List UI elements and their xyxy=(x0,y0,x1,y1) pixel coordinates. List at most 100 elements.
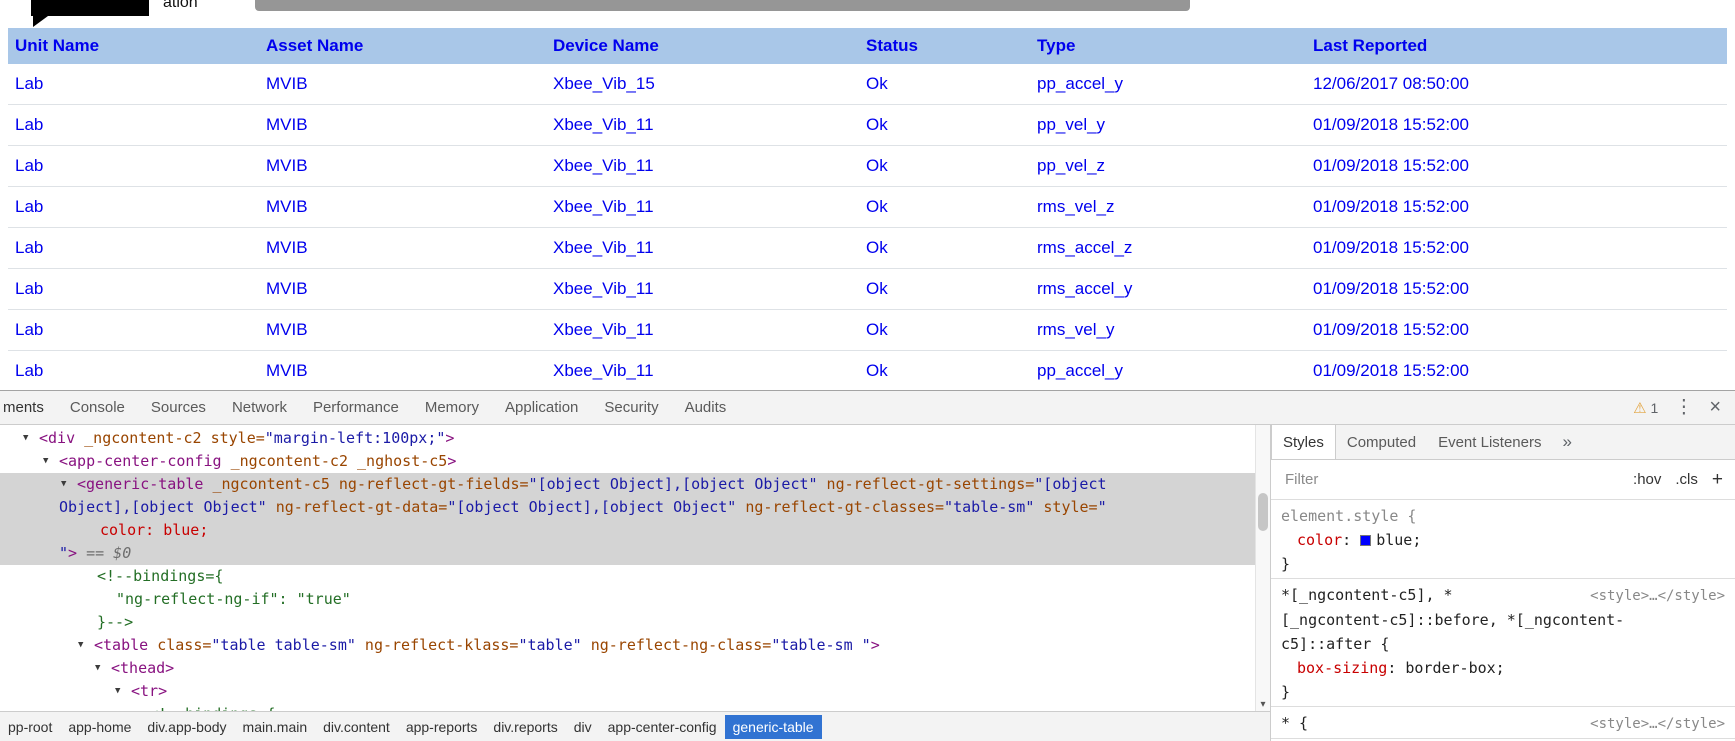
breadcrumb-item[interactable]: app-center-config xyxy=(600,715,725,739)
devtools-tabbar-tabs: ments Console Sources Network Performance Mem… xyxy=(0,391,739,424)
table-cell: Lab xyxy=(8,104,259,146)
devtools-tab-ments[interactable]: ments xyxy=(0,391,57,424)
column-header[interactable]: Status xyxy=(859,28,1030,64)
dom-tree-line[interactable]: ▼ <app-center-config _ngcontent-c2 _nghos… xyxy=(0,450,1255,473)
rule-selector[interactable]: * { xyxy=(1281,711,1308,735)
scrollbar-thumb[interactable] xyxy=(1258,493,1268,531)
devtools-panel: ments Console Sources Network Performance Mem… xyxy=(0,390,1735,741)
expand-arrow-icon[interactable]: ▼ xyxy=(95,657,100,680)
sidebar-tab-styles[interactable]: Styles xyxy=(1271,425,1336,459)
dom-tree-line[interactable]: }--> xyxy=(0,611,1255,634)
column-header[interactable]: Device Name xyxy=(546,28,859,64)
devtools-tab-security[interactable]: Security xyxy=(591,391,671,424)
dom-tree-line[interactable]: ▼ <div _ngcontent-c2 style="margin-left:1… xyxy=(0,427,1255,450)
expand-arrow-icon[interactable]: ▼ xyxy=(23,427,28,450)
table-cell: Xbee_Vib_11 xyxy=(546,104,859,146)
devtools-tab-sources[interactable]: Sources xyxy=(138,391,219,424)
code-segment: "[object Object],[object Object" xyxy=(447,498,737,516)
elements-pane: ▼ <div _ngcontent-c2 style="margin-left:1… xyxy=(0,425,1270,741)
column-header[interactable]: Type xyxy=(1030,28,1306,64)
dom-tree-line[interactable]: ▼ <thead> xyxy=(0,657,1255,680)
table-cell: Xbee_Vib_11 xyxy=(546,227,859,269)
breadcrumb-item[interactable]: app-reports xyxy=(398,715,486,739)
breadcrumb-item[interactable]: app-home xyxy=(60,715,139,739)
table-row[interactable]: Lab MVIB Xbee_Vib_15 Ok pp_accel_y 12/06/2017… xyxy=(8,64,1727,105)
rule-selector[interactable]: element.style { xyxy=(1281,504,1416,528)
devtools-tab-performance[interactable]: Performance xyxy=(300,391,412,424)
styles-filter-input[interactable] xyxy=(1283,470,1620,489)
page-title-partial: ation xyxy=(163,0,198,11)
breadcrumb-item[interactable]: pp-root xyxy=(0,715,60,739)
page-content-area: ation Unit Name Asset Name Device Name Stat… xyxy=(0,0,1735,390)
styles-sidebar: StylesComputedEvent Listeners » :hov .cl… xyxy=(1270,425,1735,741)
breadcrumb-item[interactable]: div.reports xyxy=(485,715,565,739)
rule-selector-line: element.style { xyxy=(1281,504,1725,528)
property-name: box-sizing xyxy=(1297,659,1388,677)
dom-tree-line[interactable]: "ng-reflect-ng-if": "true" xyxy=(0,588,1255,611)
dom-tree-line[interactable]: ▼ <table class="table table-sm" ng-reflec… xyxy=(0,634,1255,657)
scrollbar-down-icon[interactable]: ▾ xyxy=(1256,699,1270,710)
devtools-tab-console[interactable]: Console xyxy=(57,391,138,424)
breadcrumb-item[interactable]: div.content xyxy=(315,715,398,739)
dom-tree-line[interactable]: ▼ <generic-table _ngcontent-c5 ng-reflect… xyxy=(0,473,1255,496)
table-row[interactable]: Lab MVIB Xbee_Vib_11 Ok rms_vel_z 01/09/2018 … xyxy=(8,186,1727,228)
sidebar-tab-event-listeners[interactable]: Event Listeners xyxy=(1427,425,1552,459)
devtools-main: ▼ <div _ngcontent-c2 style="margin-left:1… xyxy=(0,425,1735,741)
stylesheet-link[interactable]: <style>…</style> xyxy=(1590,712,1725,736)
table-cell: Xbee_Vib_11 xyxy=(546,350,859,390)
expand-arrow-icon[interactable]: ▼ xyxy=(78,634,83,657)
breadcrumb-item[interactable]: main.main xyxy=(235,715,316,739)
dom-tree-line[interactable]: <!--bindings={ xyxy=(0,565,1255,588)
dom-tree-line[interactable]: color: blue; xyxy=(0,519,1255,542)
dom-tree-line[interactable]: <!--bindings={ xyxy=(0,703,1255,711)
dom-tree-line[interactable]: Object],[object Object" ng-reflect-gt-da… xyxy=(0,496,1255,519)
breadcrumb-item[interactable]: div.app-body xyxy=(139,715,234,739)
rule-selector[interactable]: *[_ngcontent-c5], * xyxy=(1281,583,1453,607)
code-segment: "margin-left:100px;" xyxy=(264,429,446,447)
new-style-rule-button[interactable]: + xyxy=(1712,469,1723,491)
table-cell: Ok xyxy=(859,145,1030,187)
column-header[interactable]: Last Reported xyxy=(1306,28,1727,64)
console-warning-badge[interactable]: ⚠ 1 xyxy=(1633,399,1658,417)
breadcrumb-item[interactable]: generic-table xyxy=(724,714,822,739)
devtools-menu-icon[interactable]: ⋮ xyxy=(1674,396,1693,419)
style-property[interactable]: box-sizing: border-box; xyxy=(1281,656,1725,680)
devtools-tab-application[interactable]: Application xyxy=(492,391,591,424)
expand-arrow-icon[interactable]: ▼ xyxy=(43,450,48,473)
table-row[interactable]: Lab MVIB Xbee_Vib_11 Ok pp_accel_y 01/09/2018… xyxy=(8,350,1727,390)
table-row[interactable]: Lab MVIB Xbee_Vib_11 Ok pp_vel_y 01/09/2018 1… xyxy=(8,104,1727,146)
devtools-tab-memory[interactable]: Memory xyxy=(412,391,492,424)
sidebar-tab-computed[interactable]: Computed xyxy=(1336,425,1427,459)
devtools-close-icon[interactable]: × xyxy=(1709,396,1721,419)
property-name: color xyxy=(1297,531,1343,549)
horizontal-scrollbar[interactable] xyxy=(255,0,1190,11)
table-cell: Ok xyxy=(859,268,1030,310)
table-cell: pp_vel_y xyxy=(1030,104,1306,146)
code-segment: style= xyxy=(1034,498,1098,516)
breadcrumb-item[interactable]: div xyxy=(566,715,600,739)
table-row[interactable]: Lab MVIB Xbee_Vib_11 Ok rms_vel_y 01/09/2018 … xyxy=(8,309,1727,351)
expand-arrow-icon[interactable]: ▼ xyxy=(115,680,120,703)
devtools-tab-network[interactable]: Network xyxy=(219,391,300,424)
table-cell: 01/09/2018 15:52:00 xyxy=(1306,104,1727,146)
table-row[interactable]: Lab MVIB Xbee_Vib_11 Ok rms_accel_y 01/09/201… xyxy=(8,268,1727,310)
color-swatch-icon[interactable] xyxy=(1360,535,1372,546)
dom-tree-line[interactable]: "> == $0 xyxy=(0,542,1255,565)
table-row[interactable]: Lab MVIB Xbee_Vib_11 Ok pp_vel_z 01/09/2018 1… xyxy=(8,145,1727,187)
cls-toggle-button[interactable]: .cls xyxy=(1675,471,1698,488)
table-row[interactable]: Lab MVIB Xbee_Vib_11 Ok rms_accel_z 01/09/201… xyxy=(8,227,1727,269)
stylesheet-link[interactable]: <style>…</style> xyxy=(1590,584,1725,608)
devtools-tab-audits[interactable]: Audits xyxy=(672,391,740,424)
style-property[interactable]: color: blue; xyxy=(1281,528,1725,552)
elements-scrollbar[interactable]: ▾ xyxy=(1255,425,1270,711)
code-segment: ng-reflect-gt-classes= xyxy=(736,498,945,516)
table-cell: pp_accel_y xyxy=(1030,350,1306,390)
hov-toggle-button[interactable]: :hov xyxy=(1633,471,1661,488)
table-cell: Ok xyxy=(859,104,1030,146)
column-header[interactable]: Unit Name xyxy=(8,28,259,64)
expand-arrow-icon[interactable]: ▼ xyxy=(61,473,66,496)
column-header[interactable]: Asset Name xyxy=(259,28,546,64)
more-tabs-icon[interactable]: » xyxy=(1562,432,1571,452)
code-segment: ng-reflect-klass= xyxy=(355,636,519,654)
dom-tree-line[interactable]: ▼ <tr> xyxy=(0,680,1255,703)
